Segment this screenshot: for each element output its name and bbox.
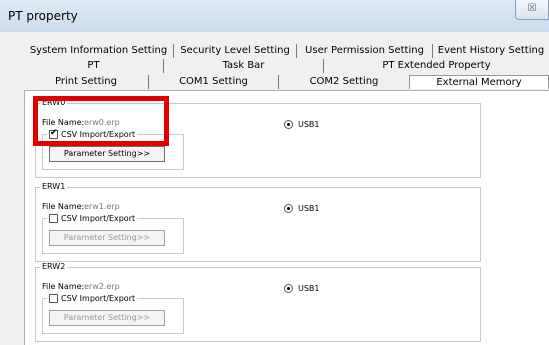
radio-selected-icon <box>284 204 293 213</box>
erw2-csv-checkbox[interactable]: CSV Import/Export <box>47 292 138 304</box>
erw2-group: ERW2 File Name: erw2.erp CSV Import/Expo… <box>35 262 481 342</box>
erw1-usb1-radio[interactable]: USB1 <box>284 204 320 213</box>
radio-selected-icon <box>284 284 293 293</box>
erw0-usb1-radio[interactable]: USB1 <box>284 120 320 129</box>
tab-row-1: System Information Setting Security Leve… <box>24 44 549 58</box>
erw1-parameter-setting-button[interactable]: Parameter Setting>> <box>49 230 165 246</box>
close-icon: ☒ <box>527 3 537 14</box>
tab-security-level-setting[interactable]: Security Level Setting <box>174 44 297 58</box>
erw1-csv-frame: CSV Import/Export Parameter Setting>> <box>42 212 184 254</box>
erw2-parameter-setting-button[interactable]: Parameter Setting>> <box>49 310 165 326</box>
erw2-file-name-label: File Name: <box>42 282 85 291</box>
erw1-csv-check-box[interactable] <box>49 213 58 223</box>
highlight-annotation-box <box>33 96 169 146</box>
erw1-legend: ERW1 <box>40 182 68 192</box>
erw0-usb1-label: USB1 <box>298 120 320 129</box>
tab-com1-setting[interactable]: COM1 Setting <box>149 75 279 89</box>
erw1-csv-checkbox[interactable]: CSV Import/Export <box>47 212 138 224</box>
tab-task-bar[interactable]: Task Bar <box>164 59 324 73</box>
erw1-file-name-label: File Name: <box>42 202 85 211</box>
window-title: PT property <box>8 9 78 23</box>
tab-print-setting[interactable]: Print Setting <box>24 75 149 89</box>
tab-row-3: Print Setting COM1 Setting COM2 Setting … <box>24 75 549 89</box>
erw1-usb1-label: USB1 <box>298 204 320 213</box>
erw1-csv-label: CSV Import/Export <box>61 213 136 223</box>
erw2-csv-frame: CSV Import/Export Parameter Setting>> <box>42 292 184 334</box>
erw2-usb1-label: USB1 <box>298 284 320 293</box>
tab-pt-extended-property[interactable]: PT Extended Property <box>324 59 549 73</box>
erw1-file-name-value: erw1.erp <box>84 202 120 211</box>
erw2-file-name-value: erw2.erp <box>84 282 120 291</box>
close-button[interactable]: ☒ <box>515 0 549 20</box>
title-bar: PT property ☒ <box>0 0 549 32</box>
tab-system-information-setting[interactable]: System Information Setting <box>24 44 174 58</box>
erw2-csv-check-box[interactable] <box>49 293 58 303</box>
erw2-usb1-radio[interactable]: USB1 <box>284 284 320 293</box>
tab-external-memory[interactable]: External Memory <box>409 75 549 89</box>
erw2-csv-label: CSV Import/Export <box>61 293 136 303</box>
erw2-legend: ERW2 <box>40 262 68 272</box>
tab-event-history-setting[interactable]: Event History Setting <box>433 44 549 58</box>
tab-row-2: PT Task Bar PT Extended Property <box>24 59 549 73</box>
erw1-group: ERW1 File Name: erw1.erp CSV Import/Expo… <box>35 182 481 262</box>
erw0-parameter-setting-button[interactable]: Parameter Setting>> <box>49 146 165 162</box>
tab-user-permission-setting[interactable]: User Permission Setting <box>297 44 433 58</box>
tab-pt[interactable]: PT <box>24 59 164 73</box>
radio-selected-icon <box>284 120 293 129</box>
tab-com2-setting[interactable]: COM2 Setting <box>279 75 409 89</box>
